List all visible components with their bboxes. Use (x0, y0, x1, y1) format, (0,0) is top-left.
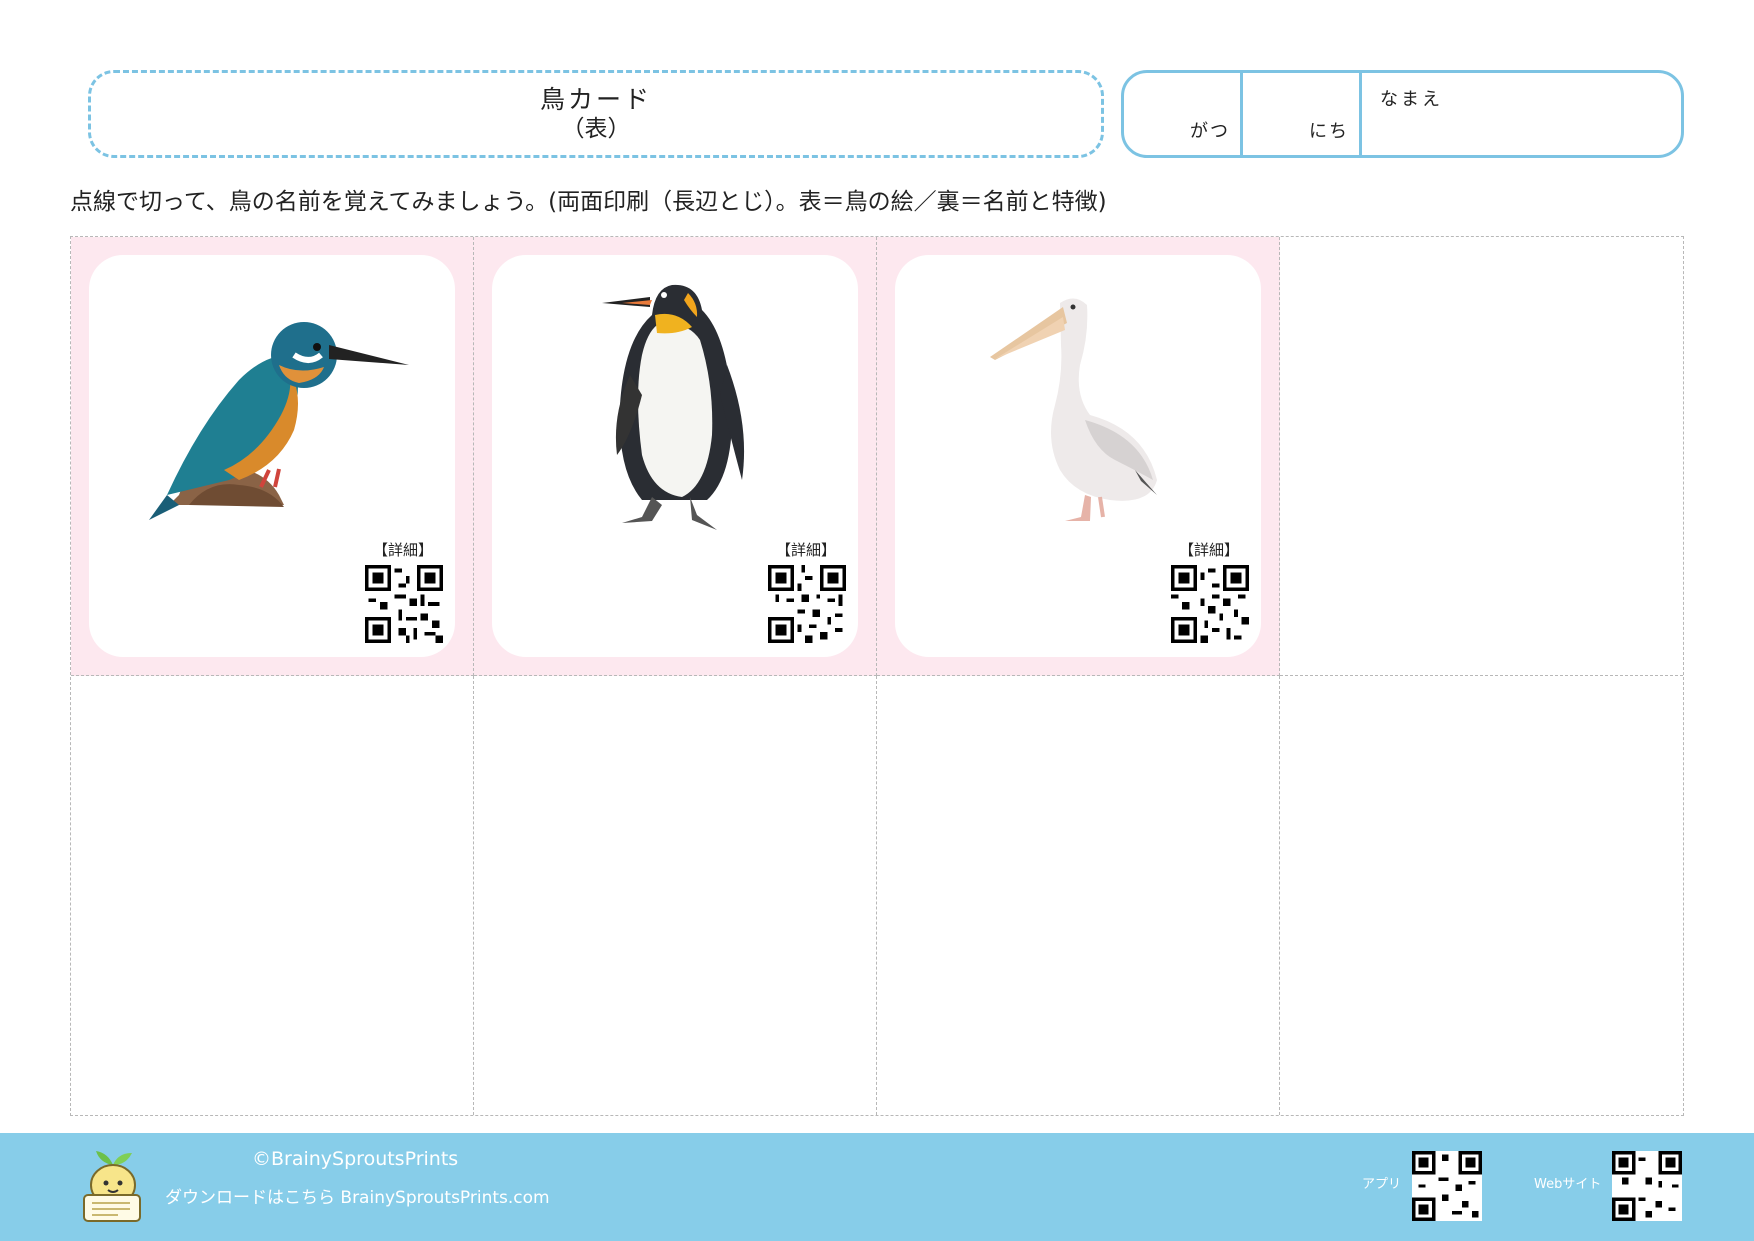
name-label: なまえ (1380, 89, 1443, 110)
sprout-mascot-logo (83, 1151, 141, 1222)
card-cell-2[interactable]: 【詳細】 (474, 237, 877, 676)
app-label: アプリ (1362, 1177, 1402, 1192)
penguin-illustration (602, 284, 745, 530)
card-cell-8 (1280, 676, 1683, 1115)
date-name-box: がつ にち なまえ (1121, 70, 1684, 158)
card-cell-3[interactable]: 【詳細】 (877, 237, 1280, 676)
bird-card-1: 【詳細】 (89, 255, 455, 657)
kingfisher-illustration (149, 322, 409, 520)
card-cell-7 (877, 676, 1280, 1115)
qr-code-icon[interactable] (1171, 565, 1249, 643)
detail-label: 【詳細】 (372, 541, 433, 559)
download-link[interactable]: ダウンロードはこちら BrainySproutsPrints.com (165, 1183, 550, 1208)
bird-card-3: 【詳細】 (895, 255, 1261, 657)
detail-label: 【詳細】 (775, 541, 836, 559)
card-cell-5 (71, 676, 474, 1115)
card-cell-1[interactable]: 【詳細】 (71, 237, 474, 676)
qr-code-icon[interactable] (768, 565, 846, 643)
app-qr-code-icon[interactable] (1412, 1151, 1482, 1221)
day-field[interactable]: にち (1243, 73, 1362, 155)
card-cell-6 (474, 676, 877, 1115)
footer: ©BrainySproutsPrints ダウンロードはこちら BrainySp… (0, 1133, 1754, 1241)
month-unit-label: がつ (1190, 121, 1230, 142)
name-field[interactable]: なまえ (1362, 73, 1681, 155)
website-label: Webサイト (1534, 1177, 1602, 1192)
copyright-text: ©BrainySproutsPrints (252, 1148, 459, 1170)
website-qr-code-icon[interactable] (1612, 1151, 1682, 1221)
qr-code-icon[interactable] (365, 565, 443, 643)
bird-card-2: 【詳細】 (492, 255, 858, 657)
page-subtitle: （表） (561, 116, 631, 142)
card-grid: 【詳細】 【詳細】 【詳細】 (70, 236, 1684, 1116)
month-field[interactable]: がつ (1124, 73, 1243, 155)
instruction-text: 点線で切って、鳥の名前を覚えてみましょう。(両面印刷（長辺とじ）。表＝鳥の絵／裏… (70, 189, 1107, 215)
card-cell-4 (1280, 237, 1683, 676)
title-box: 鳥カード （表） (88, 70, 1104, 158)
day-unit-label: にち (1309, 121, 1349, 142)
pelican-illustration (990, 298, 1157, 521)
detail-label: 【詳細】 (1178, 541, 1239, 559)
page-title: 鳥カード (539, 85, 652, 114)
